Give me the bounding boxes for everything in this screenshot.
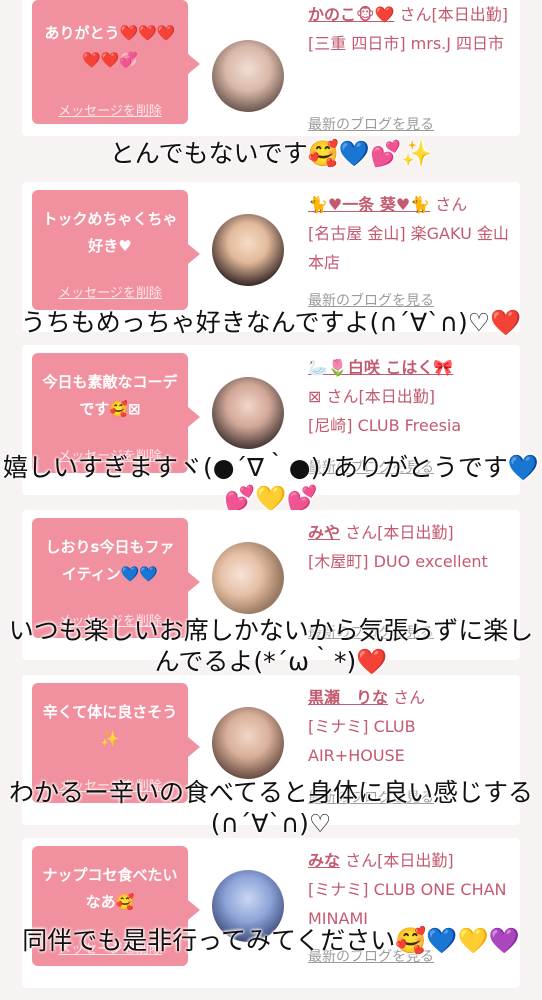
message-text: ナップコセ食べたいなあ🥰 xyxy=(42,866,178,911)
sender-suffix: ⊠ さん[本日出勤] xyxy=(308,387,435,406)
message-text: ありがとう❤️❤️❤️❤️❤️💞 xyxy=(44,24,176,69)
shop-name: [名古屋 金山] 楽GAKU 金山本店 xyxy=(308,224,509,272)
sender-name-link[interactable]: 黒瀬 りな xyxy=(308,688,388,707)
message-bubble: トックめちゃくちゃ好き♥ メッセージを削除 xyxy=(32,190,200,310)
message-text: しおりs今日もファイティン💙💙 xyxy=(45,538,175,583)
message-text: 辛くて体に良さそう✨ xyxy=(42,703,178,748)
sender-info: 🐈♥一条 葵♥🐈 さん [名古屋 金山] 楽GAKU 金山本店 xyxy=(308,190,514,277)
sender-info: 黒瀬 りな さん [ミナミ] CLUB AIR+HOUSE xyxy=(308,683,514,770)
sender-name-link[interactable]: みな xyxy=(308,851,340,870)
latest-blog-link[interactable]: 最新のブログを見る xyxy=(308,114,434,134)
sender-info: みや さん[本日出勤] [木屋町] DUO excellent xyxy=(308,518,514,576)
sender-suffix: さん xyxy=(393,688,426,707)
sender-suffix: さん[本日出勤] xyxy=(345,851,454,870)
delete-message-link[interactable]: メッセージを削除 xyxy=(32,282,188,301)
reply-comment: わかるー辛いの食べてると身体に良い感じする(∩´∀`∩)♡ xyxy=(8,778,533,838)
avatar[interactable] xyxy=(212,542,284,614)
reply-comment: 同伴でも是非行ってみてください🥰💙💛💜 xyxy=(22,926,520,955)
reply-comment: とんでもないです🥰💙💕✨ xyxy=(109,139,433,168)
avatar[interactable] xyxy=(212,377,284,449)
shop-name: [尼崎] CLUB Freesia xyxy=(308,416,462,435)
reply-comment: うちもめっちゃ好きなんですよ(∩´∀`∩)♡❤️ xyxy=(20,308,522,337)
delete-message-link[interactable]: メッセージを削除 xyxy=(32,100,188,119)
avatar[interactable] xyxy=(212,40,284,112)
shop-name: [ミナミ] CLUB ONE CHAN MINAMI xyxy=(308,880,507,928)
message-bubble: ありがとう❤️❤️❤️❤️❤️💞 メッセージを削除 xyxy=(32,0,200,124)
sender-name-link[interactable]: 🐈♥一条 葵♥🐈 xyxy=(308,195,430,214)
shop-name: [ミナミ] CLUB AIR+HOUSE xyxy=(308,717,416,765)
message-text: トックめちゃくちゃ好き♥ xyxy=(42,210,178,255)
sender-name-link[interactable]: 🦢🌷白咲 こはく🎀 xyxy=(308,358,453,377)
sender-name-link[interactable]: かのこ🐵❤️ xyxy=(308,5,394,24)
shop-name: [木屋町] DUO excellent xyxy=(308,552,488,571)
reply-comment: 嬉しいすぎますヾ(●´∇｀●)ﾉありがとうです💙💕💛💕 xyxy=(3,453,539,513)
message-card: ありがとう❤️❤️❤️❤️❤️💞 メッセージを削除 かのこ🐵❤️ さん[本日出勤… xyxy=(22,0,520,136)
sender-suffix: さん xyxy=(435,195,468,214)
avatar[interactable] xyxy=(212,214,284,286)
sender-suffix: さん[本日出勤] xyxy=(345,523,454,542)
message-card: ナップコセ食べたいなあ🥰 メッセージを削除 みな さん[本日出勤] [ミナミ] … xyxy=(22,838,520,988)
message-text: 今日も素敵なコーデです🥰⊠ xyxy=(42,373,178,418)
sender-info: かのこ🐵❤️ さん[本日出勤] [三重 四日市] mrs.J 四日市 xyxy=(308,0,514,58)
sender-info: 🦢🌷白咲 こはく🎀 ⊠ さん[本日出勤] [尼崎] CLUB Freesia xyxy=(308,353,514,440)
sender-suffix: さん[本日出勤] xyxy=(399,5,509,24)
reply-comment: いつも楽しいお席しかないから気張らずに楽しんでるよ(*´ω｀*)❤️ xyxy=(8,616,534,676)
sender-info: みな さん[本日出勤] [ミナミ] CLUB ONE CHAN MINAMI xyxy=(308,846,514,933)
sender-name-link[interactable]: みや xyxy=(308,523,340,542)
shop-name: [三重 四日市] mrs.J 四日市 xyxy=(308,34,505,53)
avatar[interactable] xyxy=(212,707,284,779)
